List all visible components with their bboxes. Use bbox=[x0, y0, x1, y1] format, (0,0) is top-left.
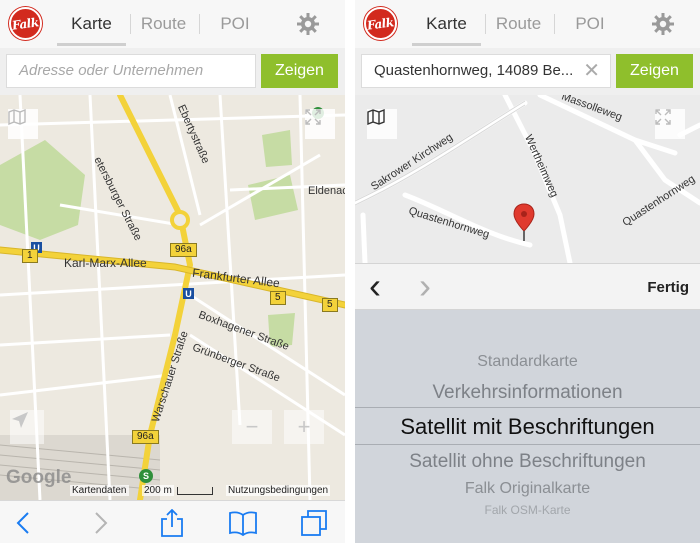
map-type-button[interactable] bbox=[8, 109, 38, 139]
picker-option[interactable]: Verkehrsinformationen bbox=[355, 382, 700, 404]
tab-route[interactable]: Route bbox=[486, 0, 551, 48]
picker-option[interactable]: Satellit ohne Beschriftungen bbox=[355, 451, 700, 473]
zeigen-button[interactable]: Zeigen bbox=[261, 54, 338, 88]
map-icon bbox=[8, 109, 26, 125]
picker-option[interactable]: Standardkarte bbox=[355, 353, 700, 371]
expand-icon bbox=[305, 109, 321, 125]
route-shield: 96a bbox=[132, 430, 159, 444]
route-shield: 5 bbox=[322, 298, 338, 312]
clear-icon[interactable]: ✕ bbox=[583, 55, 600, 87]
scale-bar bbox=[177, 487, 213, 495]
route-shield: 5 bbox=[270, 291, 286, 305]
search-input-value: Quastenhornweg, 14089 Be... bbox=[374, 62, 574, 79]
zoom-in-button[interactable]: + bbox=[284, 410, 324, 444]
logo-text: Falk bbox=[11, 14, 40, 33]
route-shield: 96a bbox=[170, 243, 197, 257]
done-button[interactable]: Fertig bbox=[647, 264, 689, 311]
tab-poi[interactable]: POI bbox=[200, 0, 270, 48]
picker-forward-button[interactable]: › bbox=[419, 264, 431, 308]
picker-option-selected[interactable]: Satellit mit Beschriftungen bbox=[355, 414, 700, 440]
tab-poi[interactable]: POI bbox=[555, 0, 625, 48]
tabs-icon[interactable] bbox=[300, 509, 328, 537]
forward-arrow-icon[interactable] bbox=[86, 509, 114, 537]
expand-icon bbox=[655, 109, 671, 125]
search-input[interactable]: Adresse oder Unternehmen bbox=[6, 54, 256, 88]
picker-toolbar: ‹ › Fertig bbox=[355, 263, 700, 310]
locate-button[interactable] bbox=[10, 410, 44, 444]
falk-logo[interactable]: Falk bbox=[364, 7, 397, 40]
search-row: Quastenhornweg, 14089 Be... ✕ Zeigen bbox=[355, 48, 700, 95]
map-type-button[interactable] bbox=[367, 109, 397, 139]
right-phone-screen: Falk Karte Route POI Quastenhornweg, 140… bbox=[355, 0, 700, 543]
gear-icon[interactable] bbox=[296, 12, 320, 36]
terms-link[interactable]: Nutzungsbedingungen bbox=[226, 485, 331, 496]
map-view[interactable]: U U S etersburger Straße Ebertystraße El… bbox=[0, 95, 345, 500]
map-icon bbox=[367, 109, 385, 125]
fullscreen-button[interactable] bbox=[655, 109, 685, 139]
zoom-out-button[interactable]: − bbox=[232, 410, 272, 444]
top-nav: Falk Karte Route POI bbox=[0, 0, 345, 48]
tab-karte[interactable]: Karte bbox=[57, 0, 126, 48]
picker-option[interactable]: Falk Originalkarte bbox=[355, 480, 700, 498]
sbahn-marker: S bbox=[143, 471, 149, 481]
picker-back-button[interactable]: ‹ bbox=[369, 264, 381, 308]
search-row: Adresse oder Unternehmen Zeigen bbox=[0, 48, 345, 95]
zeigen-button[interactable]: Zeigen bbox=[616, 54, 693, 88]
picker-option[interactable]: Falk OSM-Karte bbox=[355, 503, 700, 517]
search-input[interactable]: Quastenhornweg, 14089 Be... ✕ bbox=[361, 54, 611, 88]
bookmarks-icon[interactable] bbox=[229, 509, 257, 537]
scale-label: 200 m bbox=[142, 485, 174, 496]
map-data-attribution[interactable]: Kartendaten bbox=[70, 485, 129, 496]
ubahn-marker: U bbox=[185, 289, 192, 299]
tab-karte[interactable]: Karte bbox=[412, 0, 481, 48]
map-view[interactable]: Massolleweg Sakrower Kirchweg Wertheimwe… bbox=[355, 95, 700, 263]
share-icon[interactable] bbox=[158, 509, 186, 537]
screen-divider bbox=[345, 0, 355, 543]
street-label: Eldenac bbox=[308, 185, 345, 197]
route-shield: 1 bbox=[22, 249, 38, 263]
browser-toolbar bbox=[0, 500, 345, 543]
location-pin-icon[interactable] bbox=[513, 203, 535, 243]
location-arrow-icon bbox=[12, 412, 28, 428]
logo-text: Falk bbox=[366, 14, 395, 33]
top-nav: Falk Karte Route POI bbox=[355, 0, 700, 48]
left-phone-screen: Falk Karte Route POI Adresse oder Untern… bbox=[0, 0, 345, 543]
tab-route[interactable]: Route bbox=[131, 0, 196, 48]
google-watermark: Google bbox=[6, 467, 72, 488]
street-label: Karl-Marx-Allee bbox=[64, 256, 147, 270]
falk-logo[interactable]: Falk bbox=[9, 7, 42, 40]
fullscreen-button[interactable] bbox=[305, 109, 335, 139]
back-arrow-icon[interactable] bbox=[10, 509, 38, 537]
map-type-picker[interactable]: Standardkarte Verkehrsinformationen Sate… bbox=[355, 310, 700, 543]
gear-icon[interactable] bbox=[651, 12, 675, 36]
